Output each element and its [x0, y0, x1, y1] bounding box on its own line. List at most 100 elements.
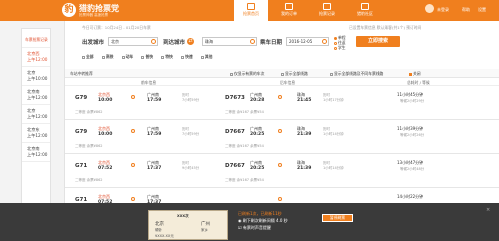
help-link[interactable]: 帮助	[462, 7, 470, 13]
sidebar-item[interactable]: 北京南 上午12:00	[22, 86, 50, 105]
train-icon	[131, 163, 135, 167]
student-radio[interactable]: 学生	[334, 45, 346, 51]
filter-all[interactable]: 全部	[82, 54, 94, 59]
ticket-illustration: XXX次 北京 广州 硬卧 家乡 ¥XXX.XX元	[148, 210, 228, 240]
filter-dongche[interactable]: 动车	[121, 54, 133, 59]
seat-info: 二等座 余¥167 余票¥54	[225, 110, 264, 114]
sidebar-item[interactable]: 北京东 上午12:00	[22, 124, 50, 143]
train-icon	[131, 95, 135, 99]
refresh-count: 已刷新1次，已刷新11秒	[238, 211, 282, 216]
results-title: 车站中转推荐	[70, 71, 93, 76]
location-icon	[151, 39, 156, 44]
arrive-time: 17:59	[147, 98, 162, 103]
date-input[interactable]: 2016-12-05	[286, 37, 329, 46]
depart-time: 10:00	[98, 132, 113, 137]
refresh-status-bar: XXX次 北京 广州 硬卧 家乡 ¥XXX.XX元 已刷新1次，已刷新11秒 ◉…	[0, 203, 499, 241]
record-icon	[323, 3, 331, 10]
sidebar-title: 车票抢票记录	[22, 29, 50, 48]
wait-time: 等候2小时48分	[400, 167, 425, 171]
duration: 历时 1小时14分钟	[323, 127, 344, 136]
sidebar-item[interactable]: 北京 上午12:00	[22, 105, 50, 124]
brand-subtitle: 抢票神器 高速抢票	[79, 13, 109, 17]
sidebar-item[interactable]: 北京西 上午12:00	[22, 48, 50, 67]
train-icon	[131, 197, 135, 201]
seat-info: 二等座 余¥167 余票¥54	[225, 178, 264, 182]
seat-info: 二等座 余¥167 余票¥54	[225, 144, 264, 148]
train-icon	[278, 129, 282, 133]
train-number: D7673	[225, 95, 245, 101]
account-link[interactable]: 未登录	[437, 7, 449, 13]
order-icon	[285, 3, 293, 10]
wait-time: 等候2小时26分	[400, 133, 425, 137]
close-option[interactable]: 关闭	[409, 71, 421, 77]
arrive-time: 21:45	[297, 98, 312, 103]
train-number: D7667	[225, 163, 245, 169]
nav-records[interactable]: 抢票记录	[310, 0, 344, 21]
avatar-icon[interactable]	[425, 4, 434, 13]
total-time: 11小时45分钟	[397, 92, 424, 97]
duration: 历时 7小时59分	[182, 127, 200, 136]
home-icon	[247, 3, 255, 10]
filter-pukuai[interactable]: 普快	[141, 54, 153, 59]
depart-time: 20:25	[250, 166, 265, 171]
table-row[interactable]: G71 北京西 07:52 广州南 17:37 历时 9小时45分 D7667 广州南 20:2…	[65, 154, 499, 188]
swap-cities-icon[interactable]: ⇄	[187, 38, 194, 45]
refresh-interval[interactable]: ◉ 刷下刷次刷新间隔 4.0 秒	[238, 218, 288, 224]
bookable-dates-hint: 今日可订票：10月24日 - 01月20日车票	[82, 25, 151, 30]
train-icon	[278, 197, 282, 201]
total-time: 14小时22分钟	[397, 194, 424, 199]
from-label: 出发城市	[82, 40, 105, 46]
filter-other[interactable]: 其他	[200, 54, 212, 59]
depart-time: 20:25	[250, 132, 265, 137]
to-label: 到达城市	[163, 40, 186, 46]
wait-time: 等候2小时29分	[400, 99, 425, 103]
depart-time: 07:52	[98, 166, 113, 171]
seat-info: 二等座 余票¥862	[75, 110, 103, 114]
results-header: 车站中转推荐 仅显示有票的车次 显示全部线路 显示全部线路及不同车票线路 关闭	[65, 69, 499, 78]
seat-info: 二等座 余票¥862	[75, 178, 103, 182]
filter-kuaisu[interactable]: 快速	[181, 54, 193, 59]
search-panel: 今日可订票：10月24日 - 01月20日车票 已设置车票信息 默认乘客(共1个…	[64, 21, 499, 69]
nav-community[interactable]: 猎豹社区	[348, 0, 382, 21]
show-all-diff-checkbox[interactable]: 显示全部线路及不同车票线路	[330, 71, 383, 77]
calendar-icon	[322, 39, 327, 44]
from-city-input[interactable]: 北京	[108, 37, 158, 46]
train-number: G79	[75, 129, 88, 135]
arrive-time: 21:39	[297, 132, 312, 137]
sidebar-item[interactable]: 北京南 上午12:00	[22, 143, 50, 162]
show-all-routes-checkbox[interactable]: 显示全部线路	[281, 71, 308, 77]
train-icon	[278, 95, 282, 99]
search-button[interactable]: 立即搜索	[356, 36, 400, 47]
train-icon	[131, 129, 135, 133]
nav-home[interactable]: 抢票首页	[234, 0, 268, 21]
settings-hint: 已设置车票信息 默认乘客(共1个) 预订时间	[349, 25, 422, 30]
table-row[interactable]: G79 北京西 10:00 广州南 17:59 历时 7小时59分 D7667 广州南 20:2…	[65, 120, 499, 154]
seat-info: 二等座 余票¥862	[75, 144, 103, 148]
close-icon[interactable]: ×	[486, 207, 490, 213]
sidebar-item[interactable]: 北京 上午10:00	[22, 67, 50, 86]
location-icon	[250, 39, 255, 44]
duration: 历时 9小时45分	[182, 161, 200, 170]
nav-orders[interactable]: 我的订单	[272, 0, 306, 21]
app-header: 豹 猎豹抢票党 抢票神器 高速抢票 抢票首页 我的订单 抢票记录 猎豹社区 未登…	[0, 0, 499, 21]
depart-time: 20:28	[250, 98, 265, 103]
train-icon	[278, 163, 282, 167]
duration: 历时 1小时17分钟	[323, 93, 344, 102]
to-city-input[interactable]: 珠海	[202, 37, 257, 46]
arrive-time: 21:39	[297, 166, 312, 171]
train-number: G71	[75, 163, 88, 169]
menu-link[interactable]: 设置	[478, 7, 486, 13]
total-time: 13小时47分钟	[397, 160, 424, 165]
stop-refresh-button[interactable]: 暂停刷票	[322, 214, 353, 222]
sound-alert-checkbox[interactable]: ☑ 有票时声音提醒	[238, 225, 271, 231]
depart-time: 10:00	[98, 98, 113, 103]
table-row[interactable]: G79 北京西 10:00 广州南 17:59 历时 7小时59分 D7673 广州南 20:2…	[65, 86, 499, 120]
cheetah-logo-icon: 豹	[62, 3, 76, 17]
duration: 历时 7小时59分	[182, 93, 200, 102]
filter-tekuai[interactable]: 特快	[161, 54, 173, 59]
community-icon	[361, 3, 369, 10]
arrive-time: 17:59	[147, 132, 162, 137]
filter-gaotie[interactable]: 高铁	[101, 54, 113, 59]
only-available-checkbox[interactable]: 仅显示有票的车次	[230, 71, 264, 77]
duration: 历时 1小时14分钟	[323, 161, 344, 170]
